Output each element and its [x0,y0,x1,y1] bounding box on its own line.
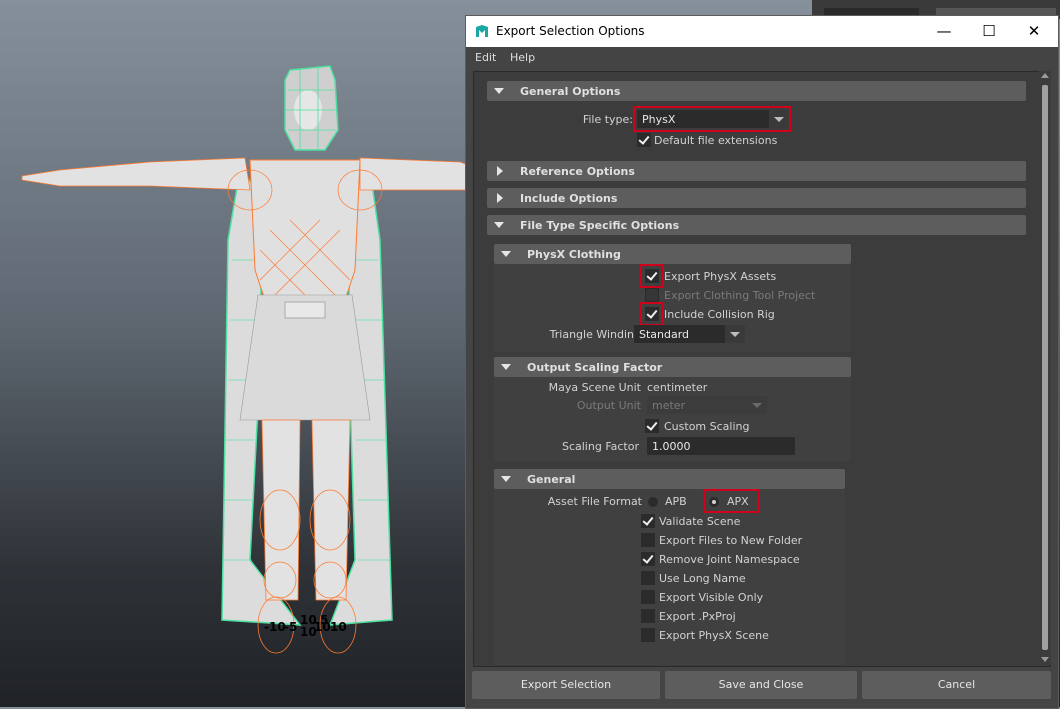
options-panel: General Options File type: PhysX Default… [473,71,1051,667]
export-visible-only-label: Export Visible Only [659,591,764,604]
output-unit-value: meter [652,399,686,412]
scaling-factor-value: 1.0000 [652,440,691,453]
remove-joint-namespace-label: Remove Joint Namespace [659,553,800,566]
highlight-box [640,302,664,326]
include-collision-rig-label: Include Collision Rig [664,308,775,321]
collapse-arrow-icon [501,251,511,257]
section-label: Reference Options [520,165,635,178]
section-include-options[interactable]: Include Options [487,188,1026,208]
maximize-button[interactable]: ☐ [977,20,1001,42]
file-type-label: File type: [582,113,633,126]
section-label: Output Scaling Factor [527,361,663,374]
section-general[interactable]: General [494,469,845,489]
validate-scene-label: Validate Scene [659,515,741,528]
asset-file-format-label: Asset File Format [547,495,642,508]
chevron-down-icon [725,325,745,343]
scaling-factor-input[interactable]: 1.0000 [647,437,795,455]
axis-label: 5 [320,613,329,627]
export-selection-button[interactable]: Export Selection [472,671,660,699]
export-pxproj-checkbox[interactable] [641,609,655,623]
highlight-box [703,489,759,513]
scroll-down-icon[interactable] [1041,657,1049,662]
collapse-arrow-icon [501,476,511,482]
export-clothing-tool-project-label: Export Clothing Tool Project [664,289,816,302]
apb-radio[interactable] [648,497,658,507]
axis-label: -10 [264,620,286,634]
highlight-box [640,264,664,288]
section-label: General [527,473,576,486]
custom-scaling-checkbox[interactable] [645,419,659,433]
collapse-arrow-icon [494,222,504,228]
export-files-new-folder-checkbox[interactable] [641,533,655,547]
axis-label: 10 [330,620,347,634]
export-clothing-tool-project-checkbox[interactable] [645,288,659,302]
validate-scene-checkbox[interactable] [641,514,655,528]
section-label: General Options [520,85,621,98]
cancel-button[interactable]: Cancel [862,671,1051,699]
output-unit-dropdown[interactable]: meter [647,396,767,414]
export-physx-assets-label: Export PhysX Assets [664,270,777,283]
scroll-thumb[interactable] [1042,85,1048,650]
apb-label: APB [665,495,687,508]
default-extensions-label: Default file extensions [654,134,778,147]
highlight-box [633,106,791,132]
section-label: Include Options [520,192,618,205]
scaling-factor-label: Scaling Factor [561,440,639,453]
title-bar[interactable]: Export Selection Options — ☐ ✕ [466,16,1058,47]
expand-arrow-icon [497,193,503,203]
maya-scene-unit-label: Maya Scene Unit [548,381,641,394]
triangle-winding-label: Triangle Winding [549,328,641,341]
triangle-winding-dropdown[interactable]: Standard [634,325,745,343]
output-unit-label: Output Unit [576,399,641,412]
section-physx-clothing[interactable]: PhysX Clothing [494,244,851,264]
section-general-options[interactable]: General Options [487,81,1026,101]
triangle-winding-value: Standard [639,328,690,341]
export-physx-scene-label: Export PhysX Scene [659,629,769,642]
dialog-title: Export Selection Options [496,24,645,38]
collapse-arrow-icon [494,88,504,94]
default-extensions-checkbox[interactable] [637,133,651,147]
export-physx-scene-checkbox[interactable] [641,628,655,642]
collapse-arrow-icon [501,364,511,370]
section-label: PhysX Clothing [527,248,621,261]
export-selection-dialog: Export Selection Options — ☐ ✕ Edit Help… [465,15,1059,709]
maya-scene-unit-value: centimeter [647,381,708,394]
save-and-close-button[interactable]: Save and Close [665,671,857,699]
section-file-type-specific[interactable]: File Type Specific Options [487,215,1026,235]
axis-label: -5 [284,620,298,634]
remove-joint-namespace-checkbox[interactable] [641,552,655,566]
section-label: File Type Specific Options [520,219,680,232]
export-pxproj-label: Export .PxProj [659,610,736,623]
custom-scaling-label: Custom Scaling [664,420,750,433]
export-files-new-folder-label: Export Files to New Folder [659,534,803,547]
menu-bar: Edit Help [466,47,1058,67]
scroll-up-icon[interactable] [1041,73,1049,78]
vertical-scrollbar[interactable] [1039,71,1051,665]
section-output-scaling[interactable]: Output Scaling Factor [494,357,851,377]
chevron-down-icon [747,396,767,414]
close-button[interactable]: ✕ [1022,20,1046,42]
maya-viewport[interactable]: -10 -5 10 10 10 5 10 [0,0,466,707]
expand-arrow-icon [497,166,503,176]
minimize-button[interactable]: — [932,20,956,42]
menu-help[interactable]: Help [510,51,535,64]
menu-edit[interactable]: Edit [475,51,496,64]
character-model [21,65,466,654]
maya-logo-icon [476,25,488,37]
use-long-name-label: Use Long Name [659,572,746,585]
use-long-name-checkbox[interactable] [641,571,655,585]
export-visible-only-checkbox[interactable] [641,590,655,604]
section-reference-options[interactable]: Reference Options [487,161,1026,181]
